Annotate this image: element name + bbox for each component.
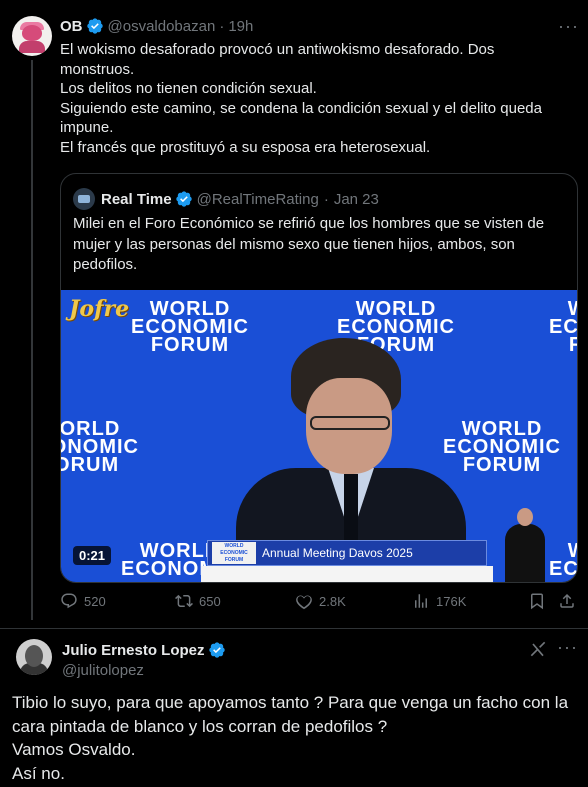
video-duration: 0:21 (73, 546, 112, 565)
podium-logo-line: WORLD (224, 543, 244, 549)
tweet-text-line: El francés que prostituyó a su esposa er… (60, 138, 431, 156)
wef-logo-line: FORUM (61, 454, 120, 476)
reply-count: 520 (84, 593, 106, 609)
wef-logo-line: FORUM (549, 335, 577, 355)
views-count: 176K (436, 593, 467, 609)
wef-logo-line: ECONOMIC (549, 558, 578, 580)
reply-icon (61, 593, 77, 609)
tweet-text-line: Vamos Osvaldo. (12, 740, 136, 759)
wef-logo: WORLD ECONOMIC FORUM (61, 419, 139, 476)
quote-date[interactable]: Jan 23 (334, 191, 379, 208)
tweet-text-line: Así no. (12, 763, 65, 783)
avatar-head (22, 25, 42, 41)
repost-button[interactable]: 650 (175, 592, 221, 610)
wef-logo: WORLD ECONOMIC FORUM (549, 299, 577, 355)
more-options-icon[interactable]: ··· (557, 638, 578, 656)
repost-icon (175, 594, 193, 608)
podium-text: Annual Meeting Davos 2025 (262, 546, 413, 560)
share-button[interactable] (558, 592, 582, 610)
tweet-text: Tibio lo suyo, para que apoyamos tanto ?… (12, 691, 584, 785)
quote-header: Real Time @RealTimeRating · Jan 23 (73, 188, 379, 210)
like-count: 2.8K (319, 593, 346, 609)
grok-icon[interactable] (528, 639, 548, 659)
reply-button[interactable]: 520 (60, 592, 106, 610)
quote-author-handle[interactable]: @RealTimeRating (197, 191, 319, 208)
author-name[interactable]: OB (60, 18, 83, 35)
wef-logo-line: FORUM (150, 334, 230, 356)
tweet-text-line: Los delitos no tienen condición sexual. (60, 80, 317, 97)
quote-author-name[interactable]: Real Time (101, 191, 172, 208)
quote-avatar[interactable] (73, 188, 95, 210)
quote-text: Milei en el Foro Económico se refirió qu… (73, 215, 545, 273)
views-button[interactable]: 176K (412, 592, 466, 610)
wef-logo: WORLD ECONOMIC FORUM (131, 299, 249, 356)
author-handle[interactable]: @julitolopez (62, 662, 144, 679)
tweet-header: OB @osvaldobazan · 19h (60, 17, 253, 35)
quote-separator: · (323, 190, 329, 208)
avatar-head (25, 645, 43, 667)
share-icon (560, 593, 574, 608)
heart-icon (296, 595, 312, 610)
author-name[interactable]: Julio Ernesto Lopez (62, 642, 205, 659)
podium: WORLD ECONOMIC FORUM Annual Meeting Davo… (207, 540, 487, 566)
tweet-header: Julio Ernesto Lopez (62, 641, 230, 659)
podium-logo-line: ECONOMIC (220, 550, 248, 556)
avatar-body (19, 41, 45, 53)
repost-count: 650 (199, 593, 221, 609)
header-separator: · (219, 17, 225, 35)
avatar[interactable] (12, 16, 52, 56)
podium-logo: WORLD ECONOMIC FORUM (212, 542, 256, 564)
bookmark-button[interactable] (528, 592, 552, 610)
avatar[interactable] (16, 639, 52, 675)
views-icon (415, 594, 427, 608)
like-button[interactable]: 2.8K (295, 592, 346, 610)
verified-badge-icon (208, 642, 225, 658)
interpreter-head (517, 508, 533, 526)
author-handle[interactable]: @osvaldobazan (108, 18, 216, 35)
podium-logo-line: FORUM (224, 557, 244, 563)
quoted-tweet[interactable]: Real Time @RealTimeRating · Jan 23 Milei… (60, 173, 578, 583)
interpreter-body (505, 524, 545, 582)
sign-language-interpreter (501, 502, 551, 582)
verified-badge-icon (175, 191, 192, 207)
video-player[interactable]: Jofre WORLD ECONOMIC FORUM WORLD ECONOMI… (61, 290, 578, 582)
bookmark-icon (531, 593, 543, 610)
verified-badge-icon (86, 18, 103, 34)
tweet-time[interactable]: 19h (228, 18, 253, 35)
watermark: Jofre (69, 296, 130, 322)
tweet-text-line: Siguiendo este camino, se condena la con… (60, 99, 542, 137)
tweet-text-line: El wokismo desaforado provocó un antiwok… (60, 41, 495, 78)
tweet-text-line: Tibio lo suyo, para que apoyamos tanto ?… (12, 693, 569, 736)
podium-base (201, 566, 493, 582)
more-options-icon[interactable]: ··· (558, 17, 578, 40)
tweet-text: El wokismo desaforado provocó un antiwok… (60, 40, 570, 157)
thread-line (31, 60, 33, 620)
wef-logo: WORLD ECONOMIC (549, 541, 578, 580)
speaker-glasses (310, 416, 390, 430)
action-bar: 520 650 2.8K 176K (60, 592, 578, 616)
divider (0, 628, 588, 629)
